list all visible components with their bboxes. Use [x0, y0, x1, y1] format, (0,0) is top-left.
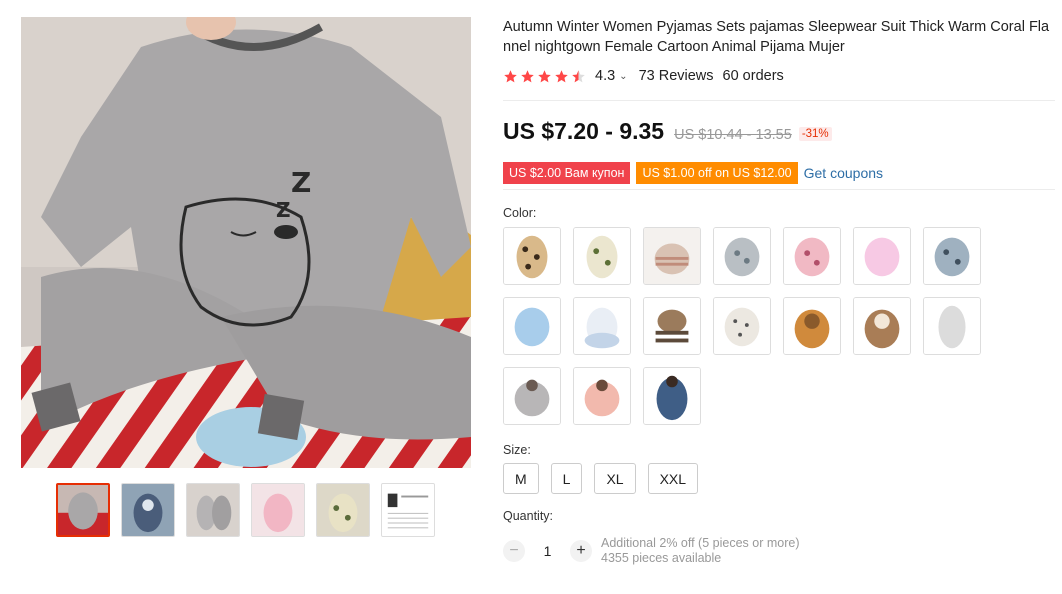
store-coupon-1[interactable]: US $2.00 Вам купон [503, 162, 631, 184]
size-option-l[interactable]: L [550, 463, 583, 494]
size-option-xxl[interactable]: XXL [647, 463, 699, 494]
star-icon [504, 69, 517, 82]
get-coupons-link[interactable]: Get coupons [804, 165, 883, 181]
reviews-link[interactable]: 73 Reviews [639, 68, 714, 84]
main-product-image[interactable]: Z Z [21, 17, 471, 468]
color-swatch[interactable] [643, 297, 701, 355]
svg-text:Z: Z [291, 166, 311, 199]
thumbnail-strip [56, 483, 435, 537]
color-swatch[interactable] [643, 227, 701, 285]
original-price: US $10.44 - 13.55 [674, 127, 792, 143]
star-icon [555, 69, 568, 82]
color-swatch[interactable] [643, 367, 701, 425]
price-row: US $7.20 - 9.35 US $10.44 - 13.55 -31% [503, 118, 1055, 148]
star-icon [521, 69, 534, 82]
half-star-icon [572, 69, 585, 82]
thumbnail-3[interactable] [186, 483, 240, 537]
color-label: Color: [503, 206, 537, 220]
product-info: Autumn Winter Women Pyjamas Sets pajamas… [503, 17, 1055, 566]
color-swatch[interactable] [713, 297, 771, 355]
chevron-down-icon[interactable]: ⌄ [619, 71, 627, 82]
current-price: US $7.20 - 9.35 [503, 118, 665, 144]
star-icon [538, 69, 551, 82]
quantity-value[interactable]: 1 [525, 543, 570, 559]
rating-row: 4.3 ⌄ 73 Reviews 60 orders [503, 65, 1055, 87]
store-coupon-2[interactable]: US $1.00 off on US $12.00 [636, 162, 798, 184]
quantity-note: Additional 2% off (5 pieces or more) 435… [601, 536, 799, 566]
thumbnail-size-chart[interactable] [381, 483, 435, 537]
color-swatch[interactable] [923, 297, 981, 355]
color-swatch[interactable] [783, 227, 841, 285]
color-swatch[interactable] [853, 297, 911, 355]
minus-icon[interactable]: − [503, 540, 525, 562]
color-swatch[interactable] [923, 227, 981, 285]
thumbnail-4[interactable] [251, 483, 305, 537]
divider [503, 189, 1055, 190]
rating-value[interactable]: 4.3 [595, 68, 615, 84]
bulk-discount-note: Additional 2% off (5 pieces or more) [601, 536, 800, 550]
thumbnail-1[interactable] [56, 483, 110, 537]
orders-count: 60 orders [722, 68, 784, 84]
size-option-m[interactable]: M [503, 463, 539, 494]
color-swatch[interactable] [853, 227, 911, 285]
discount-badge: -31% [798, 127, 832, 141]
coupon-row: US $2.00 Вам купон US $1.00 off on US $1… [503, 161, 1055, 185]
color-swatch[interactable] [783, 297, 841, 355]
color-swatch[interactable] [573, 297, 631, 355]
plus-icon[interactable]: + [570, 540, 592, 562]
product-title: Autumn Winter Women Pyjamas Sets pajamas… [503, 19, 1050, 55]
size-label: Size: [503, 443, 531, 457]
svg-text:Z: Z [276, 198, 291, 222]
quantity-stepper: − 1 + Additional 2% off (5 pieces or mor… [503, 536, 1055, 566]
stock-available: 4355 pieces available [601, 551, 722, 565]
thumbnail-2[interactable] [121, 483, 175, 537]
color-swatch[interactable] [503, 367, 561, 425]
color-swatch[interactable] [503, 297, 561, 355]
size-options: M L XL XXL [503, 463, 1055, 494]
divider [503, 100, 1055, 101]
color-swatch[interactable] [503, 227, 561, 285]
size-option-xl[interactable]: XL [594, 463, 636, 494]
quantity-label: Quantity: [503, 509, 554, 523]
color-swatch[interactable] [713, 227, 771, 285]
color-swatch[interactable] [573, 367, 631, 425]
color-swatch[interactable] [573, 227, 631, 285]
color-swatch-grid [503, 227, 1055, 425]
thumbnail-5[interactable] [316, 483, 370, 537]
rating-stars [503, 69, 586, 84]
